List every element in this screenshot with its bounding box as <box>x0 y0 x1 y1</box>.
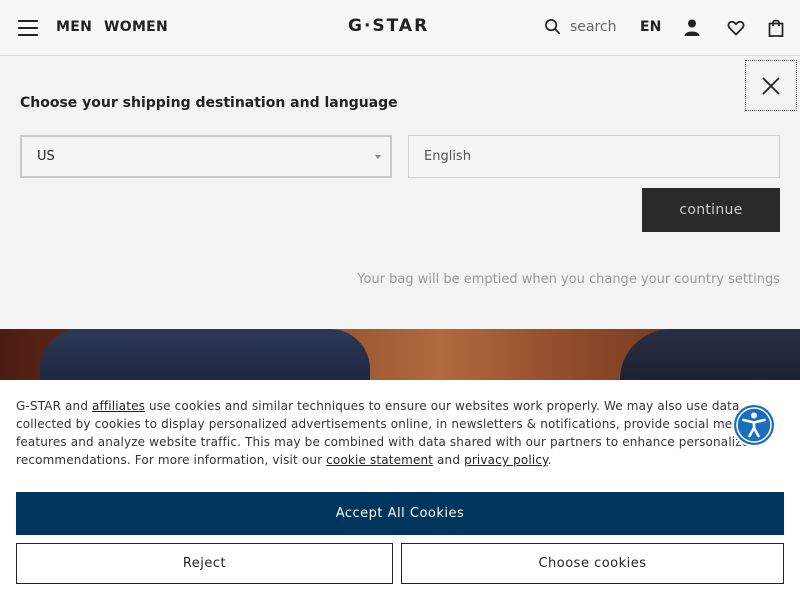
panel-title: Choose your shipping destination and lan… <box>20 95 398 111</box>
caret-down-icon <box>375 155 381 159</box>
language-select-value: English <box>424 149 471 164</box>
search-icon <box>545 19 560 34</box>
choose-cookies-button[interactable]: Choose cookies <box>401 543 784 584</box>
bag-icon[interactable] <box>767 18 785 38</box>
country-change-note: Your bag will be emptied when you change… <box>357 272 780 287</box>
hero-jacket-shape <box>40 329 370 380</box>
search-label: search <box>570 18 617 35</box>
cookie-text-part: and <box>433 453 465 467</box>
search-button[interactable]: search <box>544 18 617 35</box>
language-switch[interactable]: EN <box>640 19 661 35</box>
continue-button[interactable]: continue <box>642 188 780 232</box>
cookie-text: G-STAR and affiliates use cookies and si… <box>16 397 784 469</box>
cookie-text-part: G-STAR and <box>16 399 93 413</box>
nav-women-link[interactable]: WOMEN <box>104 19 168 35</box>
accessibility-icon[interactable] <box>732 403 776 447</box>
country-select-value: US <box>37 149 55 164</box>
accept-all-cookies-button[interactable]: Accept All Cookies <box>16 492 784 535</box>
site-header: MEN WOMEN G·STAR search EN <box>0 0 800 56</box>
affiliates-link[interactable]: affiliates <box>92 399 145 413</box>
cookie-statement-link[interactable]: cookie statement <box>326 453 433 467</box>
reject-cookies-button[interactable]: Reject <box>16 543 393 584</box>
gstar-logo[interactable]: G·STAR <box>348 16 429 36</box>
hero-jacket-shape-right <box>620 329 800 380</box>
accessibility-glyph <box>734 405 774 445</box>
user-icon[interactable] <box>683 18 701 38</box>
country-select[interactable]: US <box>20 135 392 178</box>
close-icon <box>762 76 780 95</box>
nav-men-link[interactable]: MEN <box>56 19 92 35</box>
privacy-policy-link[interactable]: privacy policy <box>464 453 548 467</box>
cookie-text-part: . <box>547 453 552 467</box>
language-select[interactable]: English <box>408 135 780 178</box>
close-button[interactable] <box>745 60 797 111</box>
heart-icon[interactable] <box>727 18 745 38</box>
menu-icon[interactable] <box>18 20 38 36</box>
hero-image <box>0 329 800 380</box>
country-selector-panel: Choose your shipping destination and lan… <box>0 56 800 329</box>
